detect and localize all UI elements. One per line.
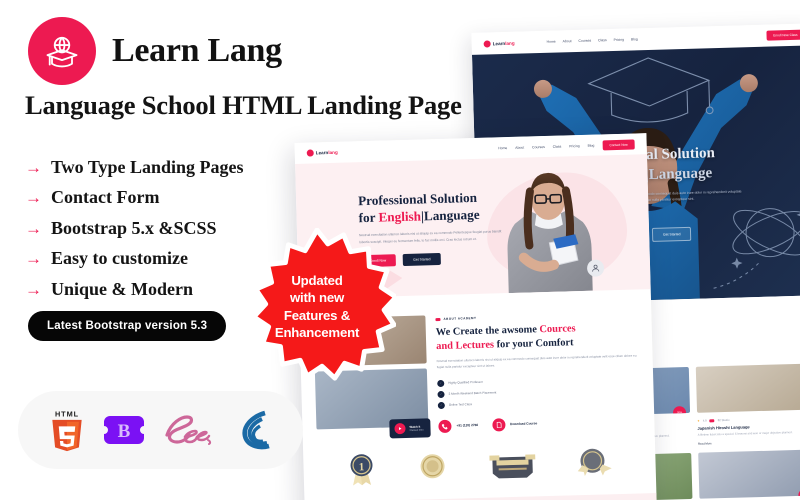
arrow-right-icon: → (25, 157, 42, 177)
graduation-cap-line-icon (587, 57, 714, 123)
list-item: → Two Type Landing Pages (25, 152, 355, 183)
page-title: Language School HTML Landing Page (25, 90, 462, 120)
nav-item[interactable]: Home (547, 40, 556, 44)
list-item: → Contact Form (25, 183, 355, 214)
arrow-right-icon: → (25, 218, 42, 238)
rating-value: 4.9 (702, 418, 707, 423)
svg-text:B: B (117, 421, 130, 442)
mockup-front-menu: Home About Courses Class Pricing Blog (498, 143, 594, 150)
brochure-label: Download Course (510, 421, 538, 427)
nav-item[interactable]: Pricing (614, 38, 624, 42)
award-medal-4 (578, 448, 612, 476)
mockup-back-cta-button[interactable]: Enroll Now Class (766, 29, 800, 41)
nav-item[interactable]: About (515, 145, 524, 149)
svg-text:HTML: HTML (55, 409, 79, 418)
tag-pill (709, 418, 715, 423)
badge-line-3: Features & (283, 307, 351, 323)
logo-mark-icon (483, 39, 491, 48)
feature-label: Bootstrap 5.x &SCSS (51, 217, 217, 238)
course-card[interactable]: ★ 4.9 82 Studio Japanish Hiroshi Languag… (695, 363, 800, 446)
feature-label: Two Type Landing Pages (51, 156, 244, 177)
course-thumbnail: 30% (698, 449, 800, 499)
course-desc: A lifetime ticket into a special. 5 less… (697, 430, 793, 437)
nav-item[interactable]: Blog (588, 143, 595, 147)
brand-name: Learn Lang (112, 32, 282, 69)
mockup-back-menu: Home About Courses Class Pricing Blog (547, 37, 638, 44)
nav-item[interactable]: Blog (631, 37, 638, 41)
course-rating: ★ 4.9 82 Studio (697, 416, 800, 423)
globe-graduation-cap-icon (28, 17, 96, 85)
course-card[interactable]: 30% ★ 4.9 82 Studio Enrol Lucia Language… (698, 449, 800, 500)
badge-line-2: with new (289, 290, 345, 306)
badge-line-1: Updated (291, 273, 343, 289)
brochure-contact[interactable]: Download Course (491, 417, 538, 432)
review-count: 82 Studio (717, 418, 730, 423)
arrow-right-icon: → (25, 188, 42, 208)
star-icon: ★ (697, 418, 700, 423)
award-medal-3 (489, 454, 536, 479)
nav-item[interactable]: Class (553, 144, 562, 148)
discount-badge: 50% (672, 406, 687, 417)
badge-line-4: Enhancement (274, 324, 360, 340)
tech-logo-strip: HTML B (18, 391, 303, 469)
logo-text: Learnlang (492, 40, 515, 46)
feature-label: Unique & Modern (51, 278, 194, 299)
nav-item[interactable]: Courses (532, 145, 545, 149)
document-icon (491, 417, 506, 432)
arrow-right-icon: → (25, 279, 42, 299)
teacher-photo-illustration (507, 172, 593, 294)
left-info-panel: Learn Lang Language School HTML Landing … (0, 0, 470, 500)
bootstrap-version-badge: Latest Bootstrap version 5.3 (28, 311, 227, 341)
bootstrap-icon: B (102, 410, 146, 450)
nav-item[interactable]: Courses (578, 39, 591, 43)
nav-item[interactable]: Pricing (569, 144, 579, 148)
jquery-icon (229, 409, 273, 451)
nav-item[interactable]: About (563, 39, 572, 43)
get-started-button[interactable]: Get Started (651, 226, 692, 242)
brand-header: Learn Lang (28, 17, 282, 85)
floating-avatar-chip (586, 259, 605, 277)
html5-icon: HTML (48, 408, 86, 452)
nav-item[interactable]: Home (498, 146, 507, 150)
feature-label: Contact Form (51, 187, 160, 208)
sass-icon (161, 413, 213, 447)
arrow-right-icon: → (25, 249, 42, 269)
course-thumbnail (695, 363, 800, 413)
contact-now-button[interactable]: Contact Now (602, 138, 635, 150)
mockup-back-logo: Learnlang (483, 39, 515, 48)
feature-label: Easy to customize (51, 248, 188, 269)
updated-badge: Updated with new Features & Enhancement (238, 228, 396, 386)
planet-orbit-line-icon (713, 207, 800, 289)
read-more-link[interactable]: Read More (698, 439, 800, 446)
nav-item[interactable]: Class (598, 38, 607, 42)
updated-badge-text: Updated with new Features & Enhancement (238, 228, 396, 386)
